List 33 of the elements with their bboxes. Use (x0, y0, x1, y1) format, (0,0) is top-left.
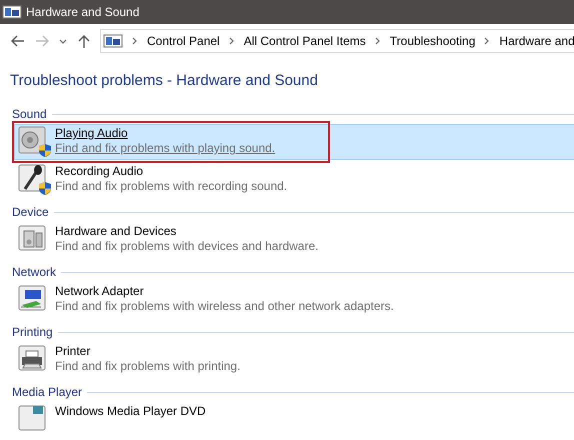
back-arrow-icon[interactable] (10, 33, 26, 49)
section-label: Media Player (12, 385, 82, 399)
troubleshooter-item[interactable]: Playing Audio Find and fix problems with playing sound. (14, 124, 574, 160)
item-title: Playing Audio (55, 126, 129, 141)
page-heading: Troubleshoot problems - Hardware and Sound (9, 71, 319, 91)
item-title: Recording Audio (55, 164, 144, 179)
up-arrow-icon[interactable] (76, 33, 92, 49)
item-title: Windows Media Player DVD (55, 404, 206, 419)
section-label: Device (12, 205, 49, 219)
item-title: Hardware and Devices (55, 224, 178, 239)
item-description: Find and fix problems with playing sound. (55, 141, 276, 156)
troubleshooter-item[interactable]: Network Adapter Find and fix problems with wireless and other network adapters. (14, 282, 574, 318)
breadcrumb-link[interactable]: Control Panel (147, 34, 220, 48)
troubleshooter-item[interactable]: Hardware and Devices Find and fix problems with devices and hardware. (14, 222, 574, 258)
breadcrumb-link[interactable]: All Control Panel Items (244, 34, 366, 48)
item-title: Printer (55, 344, 92, 359)
troubleshooter-item[interactable]: Recording Audio Find and fix problems with recording sound. (14, 162, 574, 198)
item-title: Network Adapter (55, 284, 145, 299)
breadcrumb-link[interactable]: Hardware and (499, 34, 574, 48)
breadcrumb-link[interactable]: Troubleshooting (390, 34, 476, 48)
troubleshooter-item[interactable]: Windows Media Player DVD (14, 402, 574, 438)
section-label: Sound (12, 107, 47, 121)
item-description: Find and fix problems with printing. (55, 359, 240, 374)
window-title: Hardware and Sound (26, 5, 140, 19)
section-label: Printing (12, 325, 53, 339)
control-panel-icon (103, 33, 123, 49)
troubleshooter-item[interactable]: Printer Find and fix problems with printing. (14, 342, 574, 378)
item-description: Find and fix problems with devices and hardware. (55, 239, 318, 254)
item-description: Find and fix problems with recording sound. (55, 179, 288, 194)
control-panel-icon (2, 4, 22, 20)
item-description: Find and fix problems with wireless and other network adapters. (55, 299, 394, 314)
section-label: Network (12, 265, 56, 279)
address-bar[interactable]: Control Panel All Control Panel Items Troubleshooting Hardware and (100, 29, 574, 53)
